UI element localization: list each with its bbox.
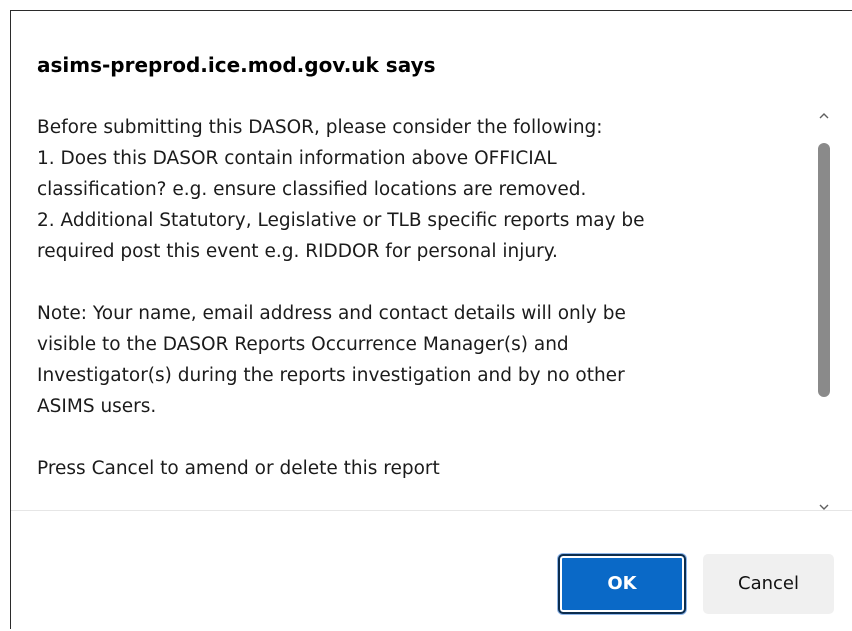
scroll-thumb[interactable]: [818, 143, 830, 397]
message-line: Before submitting this DASOR, please con…: [37, 117, 603, 138]
dialog-message-text: Before submitting this DASOR, please con…: [37, 112, 797, 484]
dialog-footer: OK Cancel: [11, 510, 852, 631]
cancel-button[interactable]: Cancel: [703, 554, 834, 614]
message-line: classification? e.g. ensure classified l…: [37, 179, 587, 200]
message-line: 1. Does this DASOR contain information a…: [37, 148, 557, 169]
ok-button[interactable]: OK: [558, 554, 686, 614]
dialog-message-area: Before submitting this DASOR, please con…: [37, 107, 833, 520]
message-line: 2. Additional Statutory, Legislative or …: [37, 210, 645, 231]
dialog-title: asims-preprod.ice.mod.gov.uk says: [37, 53, 436, 77]
message-line: Press Cancel to amend or delete this rep…: [37, 458, 440, 479]
alert-dialog: asims-preprod.ice.mod.gov.uk says Before…: [10, 10, 852, 631]
message-line: visible to the DASOR Reports Occurrence …: [37, 334, 569, 355]
message-line: ASIMS users.: [37, 396, 157, 417]
message-line: required post this event e.g. RIDDOR for…: [37, 241, 558, 262]
chevron-up-icon[interactable]: [815, 109, 833, 127]
message-scrollbar[interactable]: [815, 107, 833, 520]
message-line: Investigator(s) during the reports inves…: [37, 365, 625, 386]
message-line: Note: Your name, email address and conta…: [37, 303, 626, 324]
